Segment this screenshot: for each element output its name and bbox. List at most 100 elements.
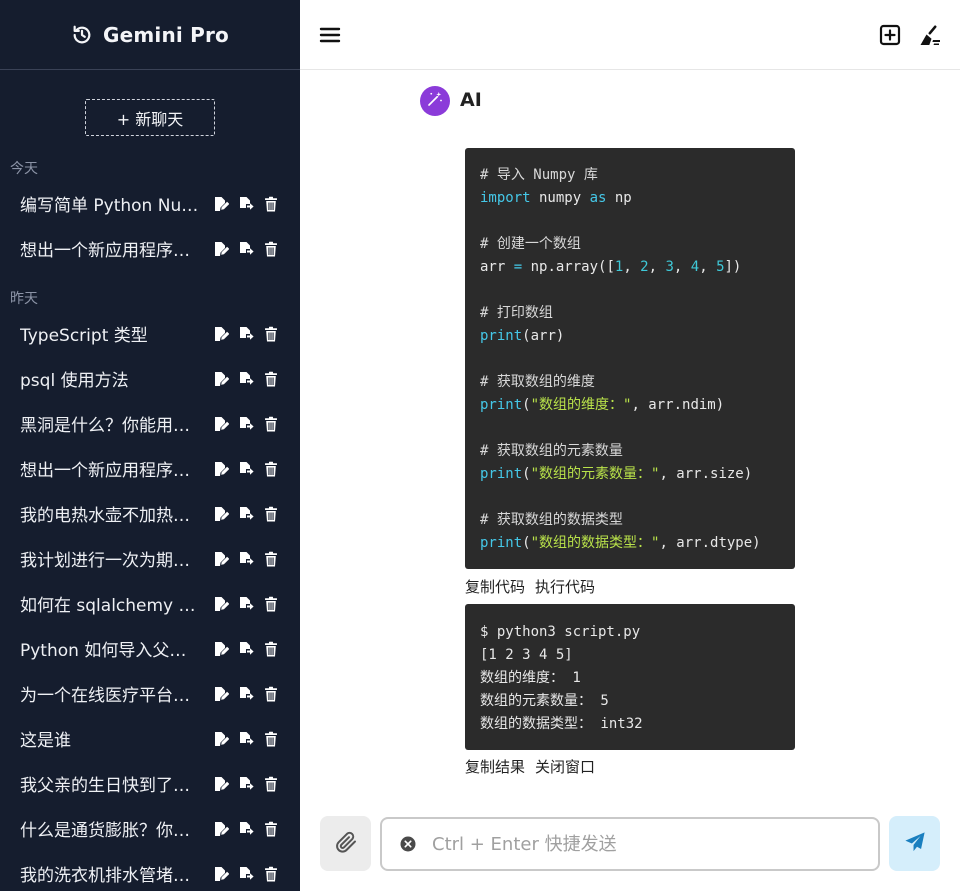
chat-list-item[interactable]: 什么是通货膨胀？你能解释一下吗	[0, 806, 300, 851]
edit-icon[interactable]	[212, 685, 230, 703]
trash-icon[interactable]	[262, 640, 280, 658]
edit-icon[interactable]	[212, 820, 230, 838]
edit-icon[interactable]	[212, 195, 230, 213]
chat-list-item[interactable]: 我父亲的生日快到了，送什么礼物好	[0, 761, 300, 806]
chat-list-item[interactable]: 想出一个新应用程序的名称	[0, 226, 300, 271]
chat-list-item[interactable]: 如何在 sqlalchemy 中使用事务	[0, 581, 300, 626]
chat-list-item[interactable]: 我的洗衣机排水管堵了怎么办	[0, 851, 300, 891]
chat-item-label: psql 使用方法	[20, 371, 129, 391]
code-token: "数组的维度："	[530, 397, 632, 413]
menu-icon[interactable]	[318, 23, 342, 47]
export-icon[interactable]	[237, 595, 255, 613]
trash-icon[interactable]	[262, 820, 280, 838]
code-line: # 获取数组的元素数量	[480, 440, 780, 463]
trash-icon[interactable]	[262, 325, 280, 343]
export-icon[interactable]	[237, 370, 255, 388]
chat-list-item[interactable]: 黑洞是什么？你能用简单的语言解释吗	[0, 401, 300, 446]
result-line: 数组的元素数量： 5	[480, 693, 609, 709]
chat-item-actions	[212, 581, 280, 626]
chat-list-item[interactable]: 这是谁	[0, 716, 300, 761]
chat-item-actions	[212, 761, 280, 806]
chat-list-item[interactable]: psql 使用方法	[0, 356, 300, 401]
edit-icon[interactable]	[212, 730, 230, 748]
add-square-icon[interactable]	[878, 23, 902, 47]
trash-icon[interactable]	[262, 370, 280, 388]
code-token: print	[480, 466, 523, 482]
export-icon[interactable]	[237, 195, 255, 213]
send-button[interactable]	[889, 816, 940, 871]
export-icon[interactable]	[237, 325, 255, 343]
trash-icon[interactable]	[262, 730, 280, 748]
chat-list-item[interactable]: 编写简单 Python Numpy 程序	[0, 181, 300, 226]
attach-button[interactable]	[320, 816, 371, 871]
edit-icon[interactable]	[212, 370, 230, 388]
trash-icon[interactable]	[262, 195, 280, 213]
trash-icon[interactable]	[262, 415, 280, 433]
code-token: # 获取数组的维度	[480, 374, 595, 390]
chat-item-actions	[212, 806, 280, 851]
export-icon[interactable]	[237, 775, 255, 793]
code-token: 3	[665, 259, 674, 275]
chat-list-item[interactable]: 我的电热水壶不加热了怎么办	[0, 491, 300, 536]
chat-list-item[interactable]: 想出一个新应用程序的名称	[0, 446, 300, 491]
edit-icon[interactable]	[212, 240, 230, 258]
new-chat-button[interactable]: + 新聊天	[85, 99, 215, 136]
chat-list-item[interactable]: TypeScript 类型	[0, 311, 300, 356]
trash-icon[interactable]	[262, 460, 280, 478]
export-icon[interactable]	[237, 505, 255, 523]
code-token: ,	[648, 259, 666, 275]
run-code-button[interactable]: 执行代码	[535, 576, 595, 597]
export-icon[interactable]	[237, 685, 255, 703]
edit-icon[interactable]	[212, 550, 230, 568]
edit-icon[interactable]	[212, 865, 230, 883]
export-icon[interactable]	[237, 640, 255, 658]
trash-icon[interactable]	[262, 865, 280, 883]
clear-circle-icon[interactable]	[400, 836, 416, 852]
trash-icon[interactable]	[262, 685, 280, 703]
trash-icon[interactable]	[262, 240, 280, 258]
edit-icon[interactable]	[212, 505, 230, 523]
export-icon[interactable]	[237, 460, 255, 478]
export-icon[interactable]	[237, 415, 255, 433]
edit-icon[interactable]	[212, 460, 230, 478]
result-block: $ python3 script.py [1 2 3 4 5] 数组的维度： 1 数组…	[465, 604, 795, 750]
export-icon[interactable]	[237, 820, 255, 838]
code-token: =	[513, 259, 523, 275]
chat-item-actions	[212, 491, 280, 536]
close-window-button[interactable]: 关闭窗口	[535, 756, 595, 777]
chat-item-label: 如何在 sqlalchemy 中使用事务	[20, 596, 202, 616]
code-token: # 导入 Numpy 库	[480, 167, 598, 183]
code-token: # 获取数组的元素数量	[480, 443, 623, 459]
copy-result-button[interactable]: 复制结果	[465, 756, 525, 777]
code-token: print	[480, 397, 523, 413]
chat-list-item[interactable]: 我计划进行一次为期一周的旅行	[0, 536, 300, 581]
broom-icon[interactable]	[918, 23, 942, 47]
export-icon[interactable]	[237, 730, 255, 748]
export-icon[interactable]	[237, 550, 255, 568]
code-token: , arr.size)	[659, 466, 753, 482]
export-icon[interactable]	[237, 240, 255, 258]
code-token: "数组的数据类型："	[530, 535, 660, 551]
trash-icon[interactable]	[262, 775, 280, 793]
export-icon[interactable]	[237, 865, 255, 883]
edit-icon[interactable]	[212, 595, 230, 613]
code-token: numpy	[530, 190, 590, 206]
trash-icon[interactable]	[262, 505, 280, 523]
message-input[interactable]	[432, 819, 872, 869]
edit-icon[interactable]	[212, 415, 230, 433]
edit-icon[interactable]	[212, 640, 230, 658]
code-token: (	[522, 535, 531, 551]
chat-list-item[interactable]: 为一个在线医疗平台写一段介绍	[0, 671, 300, 716]
code-token: # 获取数组的数据类型	[480, 512, 623, 528]
edit-icon[interactable]	[212, 325, 230, 343]
code-token: np	[606, 190, 632, 206]
trash-icon[interactable]	[262, 595, 280, 613]
code-token: arr	[480, 259, 514, 275]
edit-icon[interactable]	[212, 775, 230, 793]
chat-list-item[interactable]: Python 如何导入父级目录模块	[0, 626, 300, 671]
trash-icon[interactable]	[262, 550, 280, 568]
paper-plane-icon	[904, 831, 926, 857]
copy-code-button[interactable]: 复制代码	[465, 576, 525, 597]
